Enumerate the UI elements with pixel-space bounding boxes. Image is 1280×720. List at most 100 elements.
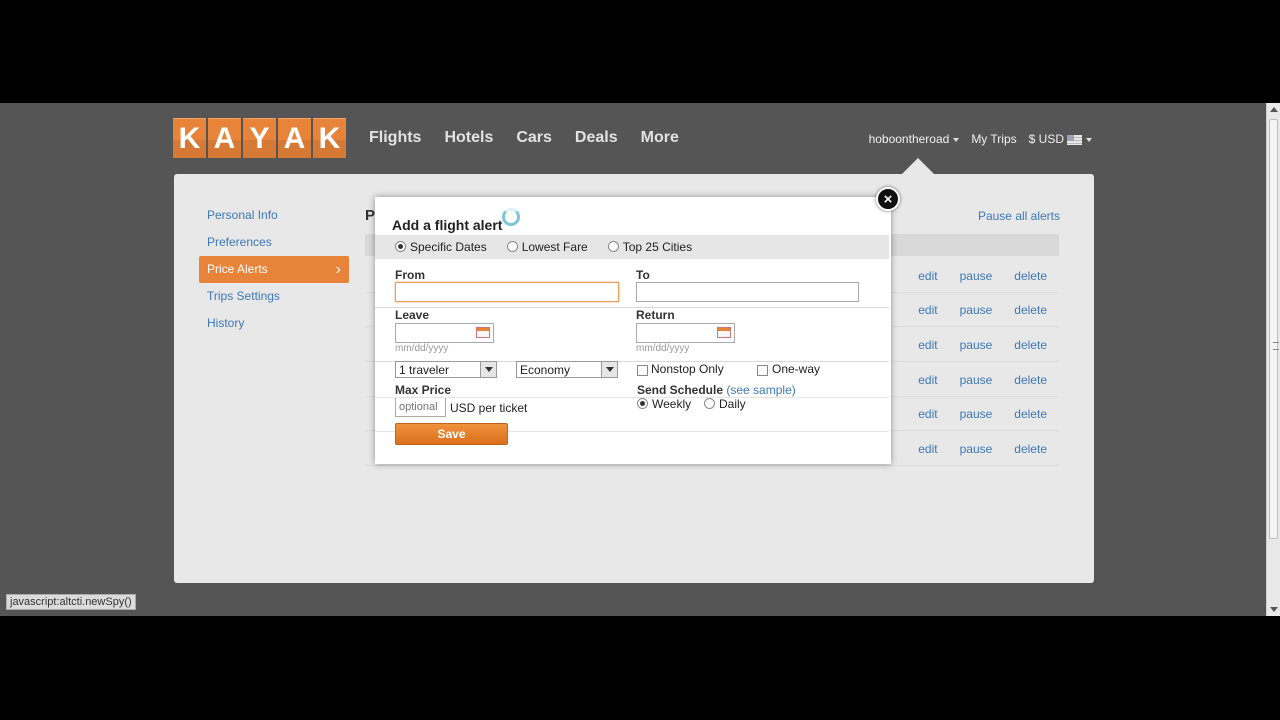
pause-all-alerts-link[interactable]: Pause all alerts (978, 209, 1060, 223)
pause-alert-link[interactable]: pause (960, 442, 993, 456)
option-top-25-cities[interactable]: Top 25 Cities (607, 240, 692, 254)
save-button[interactable]: Save (395, 423, 508, 445)
option-label: Weekly (652, 397, 692, 411)
dropdown-arrow-icon (601, 362, 617, 377)
travelers-select[interactable]: 1 traveler (395, 361, 497, 378)
edit-alert-link[interactable]: edit (918, 373, 937, 387)
leave-label: Leave (395, 308, 430, 322)
cabin-select[interactable]: Economy (516, 361, 618, 378)
vertical-scrollbar[interactable] (1266, 103, 1280, 616)
price-unit-label: USD per ticket (450, 401, 528, 415)
edit-alert-link[interactable]: edit (918, 303, 937, 317)
main-nav: Flights Hotels Cars Deals More (369, 129, 679, 147)
sidebar-item-label: Trips Settings (207, 289, 280, 303)
option-specific-dates[interactable]: Specific Dates (395, 240, 487, 254)
calendar-icon[interactable] (717, 327, 731, 338)
edit-alert-link[interactable]: edit (918, 407, 937, 421)
alert-type-options: Specific Dates Lowest Fare Top 25 Cities (375, 235, 889, 259)
logo-letter: A (278, 118, 311, 158)
delete-alert-link[interactable]: delete (1014, 373, 1047, 387)
delete-alert-link[interactable]: delete (1014, 338, 1047, 352)
schedule-weekly-option[interactable]: Weekly (637, 397, 691, 411)
sidebar-item-price-alerts[interactable]: Price Alerts › (199, 256, 349, 283)
logo-letter: K (313, 118, 346, 158)
delete-alert-link[interactable]: delete (1014, 269, 1047, 283)
option-label: Daily (719, 397, 746, 411)
option-lowest-fare[interactable]: Lowest Fare (506, 240, 588, 254)
option-label: Lowest Fare (521, 240, 588, 254)
kayak-logo[interactable]: K A Y A K (173, 118, 346, 158)
pause-alert-link[interactable]: pause (960, 303, 993, 317)
to-input[interactable] (636, 282, 859, 302)
scroll-down-icon[interactable] (1270, 607, 1278, 612)
nav-more[interactable]: More (641, 129, 679, 147)
oneway-checkbox[interactable] (757, 365, 768, 376)
sidebar-item-label: Price Alerts (207, 262, 268, 276)
close-button[interactable]: × (876, 187, 900, 211)
row-actions: edit pause delete (918, 442, 1047, 456)
delete-alert-link[interactable]: delete (1014, 303, 1047, 317)
row-actions: edit pause delete (918, 269, 1047, 283)
sidebar-item-trips-settings[interactable]: Trips Settings (199, 283, 349, 310)
scroll-up-icon[interactable] (1270, 107, 1278, 112)
max-price-label: Max Price (395, 383, 452, 397)
edit-alert-link[interactable]: edit (918, 338, 937, 352)
divider (375, 307, 889, 308)
caret-down-icon (953, 137, 960, 142)
page-title: P (365, 207, 376, 224)
delete-alert-link[interactable]: delete (1014, 442, 1047, 456)
scroll-thumb[interactable] (1269, 119, 1279, 539)
pause-alert-link[interactable]: pause (960, 407, 993, 421)
send-schedule-text: Send Schedule (637, 383, 724, 397)
calendar-icon[interactable] (476, 327, 490, 338)
us-flag-icon (1067, 134, 1082, 145)
nav-cars[interactable]: Cars (516, 129, 552, 147)
chevron-right-icon: › (335, 261, 341, 278)
option-label: Specific Dates (410, 240, 487, 254)
schedule-daily-option[interactable]: Daily (704, 397, 746, 411)
currency-menu[interactable]: $ USD (1029, 132, 1092, 146)
see-sample-link[interactable]: (see sample) (726, 383, 795, 397)
row-actions: edit pause delete (918, 338, 1047, 352)
my-trips-link[interactable]: My Trips (971, 132, 1016, 146)
edit-alert-link[interactable]: edit (918, 269, 937, 283)
dropdown-arrow-icon (480, 362, 496, 377)
nonstop-label: Nonstop Only (651, 362, 724, 376)
account-sidebar: Personal Info Preferences Price Alerts › … (199, 202, 349, 337)
to-label: To (636, 268, 650, 282)
row-actions: edit pause delete (918, 373, 1047, 387)
sidebar-item-label: Preferences (207, 235, 272, 249)
row-actions: edit pause delete (918, 407, 1047, 421)
user-menu[interactable]: hoboontheroad (869, 132, 960, 146)
sidebar-item-label: History (207, 316, 245, 330)
add-flight-alert-dialog: Add a flight alert × Specific Dates Lowe… (375, 187, 900, 464)
delete-alert-link[interactable]: delete (1014, 407, 1047, 421)
sidebar-item-preferences[interactable]: Preferences (199, 229, 349, 256)
sidebar-item-history[interactable]: History (199, 310, 349, 337)
date-format-hint: mm/dd/yyyy (636, 343, 690, 354)
browser-viewport: K A Y A K Flights Hotels Cars Deals More… (0, 103, 1280, 616)
username: hoboontheroad (868, 132, 950, 146)
nonstop-checkbox[interactable] (637, 365, 648, 376)
pause-alert-link[interactable]: pause (960, 373, 993, 387)
nav-flights[interactable]: Flights (369, 129, 421, 147)
send-schedule-label: Send Schedule (see sample) (637, 383, 796, 397)
loading-spinner-icon (502, 208, 520, 226)
row-actions: edit pause delete (918, 303, 1047, 317)
grip-icon (1273, 342, 1279, 350)
pause-alert-link[interactable]: pause (960, 338, 993, 352)
edit-alert-link[interactable]: edit (918, 442, 937, 456)
pause-alert-link[interactable]: pause (960, 269, 993, 283)
nav-hotels[interactable]: Hotels (444, 129, 493, 147)
logo-letter: K (173, 118, 206, 158)
caret-down-icon (1086, 137, 1092, 142)
browser-status-bar: javascript:altcti.newSpy() (6, 594, 136, 610)
radio-icon (704, 398, 715, 409)
nav-deals[interactable]: Deals (575, 129, 618, 147)
sidebar-item-personal-info[interactable]: Personal Info (199, 202, 349, 229)
panel-pointer (902, 158, 934, 174)
date-format-hint: mm/dd/yyyy (395, 343, 449, 354)
max-price-input[interactable] (395, 397, 446, 417)
cabin-value: Economy (520, 363, 571, 377)
from-input[interactable] (395, 282, 619, 302)
